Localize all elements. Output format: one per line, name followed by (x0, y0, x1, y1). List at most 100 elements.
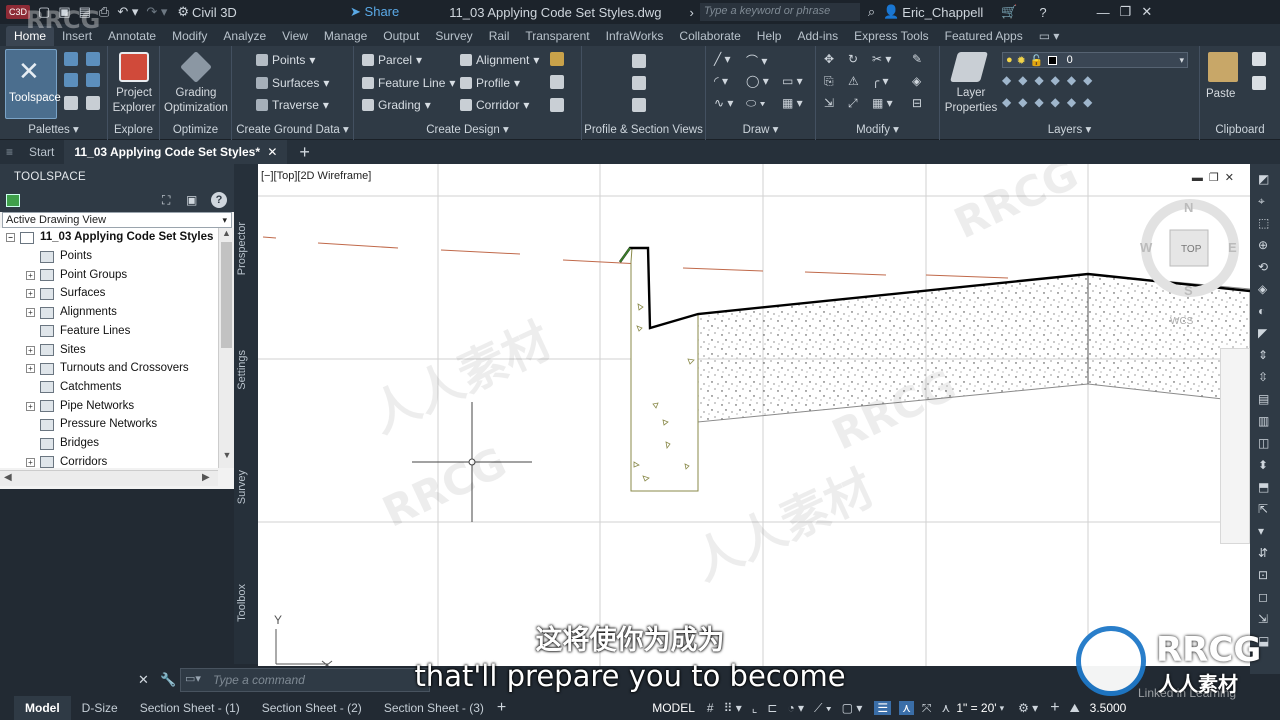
settings-gear-icon[interactable] (86, 52, 100, 66)
assembly-icon[interactable] (550, 75, 564, 89)
right-tool-11-icon[interactable]: ▤ (1258, 392, 1269, 406)
paste-icon[interactable] (1208, 52, 1238, 82)
tree-item-catchments[interactable]: Catchments (26, 378, 121, 397)
elevation-value[interactable]: 3.5000 (1090, 701, 1127, 715)
tree-item-feature-lines[interactable]: Feature Lines (26, 322, 130, 341)
grading-optimization-label[interactable]: Grading Optimization (160, 86, 232, 116)
annotation-scale-icon[interactable]: ⋏ (942, 701, 951, 715)
search-input[interactable]: Type a keyword or phrase (699, 3, 860, 21)
tool-palettes-icon[interactable] (64, 73, 78, 87)
add-icon[interactable]: + (1050, 699, 1059, 717)
layout-tab-section-sheet-2[interactable]: Section Sheet - (2) (251, 696, 373, 720)
panel-title-draw[interactable]: Draw ▾ (706, 122, 815, 136)
panel-icon[interactable]: ▣ (186, 193, 197, 207)
sample-lines-icon[interactable] (632, 76, 646, 90)
right-tool-10-icon[interactable]: ⇳ (1258, 370, 1268, 384)
side-tab-survey[interactable]: Survey (236, 470, 256, 504)
tree-icon[interactable]: ⛶ (162, 193, 170, 208)
share-button[interactable]: ➤ Share (350, 4, 399, 20)
sheet-set-icon[interactable] (86, 96, 100, 110)
rectangle-icon[interactable]: ▭ ▾ (782, 74, 803, 88)
alignment-button[interactable]: Alignment ▾ (460, 53, 539, 67)
side-tab-settings[interactable]: Settings (236, 350, 256, 390)
tab-help[interactable]: Help (749, 26, 790, 46)
scroll-up-icon[interactable]: ▲ (219, 228, 234, 238)
tree-item-turnouts-and-crossovers[interactable]: + Turnouts and Crossovers (26, 359, 189, 378)
project-explorer-label[interactable]: Project Explorer (110, 86, 158, 116)
viewcube-top-label[interactable]: TOP (1181, 244, 1202, 255)
scroll-right-icon[interactable]: ▶ (202, 472, 210, 483)
right-tool-16-icon[interactable]: ⇱ (1258, 502, 1268, 516)
user-name[interactable]: Eric_Chappell (902, 5, 983, 20)
erase-icon[interactable]: ✎ (912, 52, 922, 66)
minimize-icon[interactable]: — (1097, 5, 1110, 20)
tree-item-corridors[interactable]: + Corridors (26, 453, 107, 468)
traverse-button[interactable]: Traverse ▾ (256, 98, 329, 112)
infer-icon[interactable]: ⌞ (752, 701, 758, 715)
scroll-thumb[interactable] (221, 242, 232, 348)
drawing-viewport[interactable]: Y TOP N W E S WCS RRCG 人人素材 RRCG 人人素材 RR… (258, 164, 1250, 666)
right-tool-18-icon[interactable]: ⇵ (1258, 546, 1268, 560)
expand-icon[interactable]: + (26, 345, 35, 355)
workspace-settings-icon[interactable]: ⚙ ▾ (1018, 701, 1038, 715)
tab-rail[interactable]: Rail (481, 26, 518, 46)
add-layout-icon[interactable]: + (497, 699, 506, 717)
tree-scrollbar[interactable]: ▲ ▼ (218, 228, 234, 468)
annotation-monitor-icon[interactable]: ⋏ (899, 701, 914, 715)
panel-title-create-ground-data[interactable]: Create Ground Data ▾ (232, 122, 353, 136)
restore-icon[interactable]: ❐ (1120, 4, 1132, 20)
panel-title-palettes[interactable]: Palettes ▾ (0, 122, 107, 136)
annotation-scale-value[interactable]: 1" = 20' (956, 701, 996, 715)
expand-icon[interactable]: + (26, 401, 35, 411)
right-tool-7-icon[interactable]: ◐ (1258, 304, 1265, 318)
grading-optimization-icon[interactable] (180, 51, 212, 83)
feature-line-button[interactable]: Feature Line ▾ (362, 76, 455, 90)
right-tool-5-icon[interactable]: ⟲ (1258, 260, 1268, 274)
tree-item-pressure-networks[interactable]: Pressure Networks (26, 415, 157, 434)
right-tool-20-icon[interactable]: ◻ (1258, 590, 1268, 604)
search-icon[interactable]: ⌕ (868, 4, 875, 20)
layer-tools-row2-icon[interactable]: ◆◆◆◆◆◆ (1002, 95, 1099, 109)
new-tab-icon[interactable]: + (299, 142, 310, 163)
properties-icon[interactable] (64, 52, 78, 66)
tab-analyze[interactable]: Analyze (215, 26, 274, 46)
menu-icon[interactable]: ≡ (6, 145, 13, 159)
right-tool-9-icon[interactable]: ⇕ (1258, 348, 1268, 362)
redo-icon[interactable]: ↷ ▾ (146, 4, 167, 20)
print-icon[interactable]: ⎙ (99, 4, 109, 20)
panel-title-layers[interactable]: Layers ▾ (940, 122, 1199, 136)
design-center-icon[interactable] (64, 96, 78, 110)
layer-properties-label[interactable]: Layer Properties (942, 86, 1000, 116)
selection-cycle-icon[interactable]: ⤧ (922, 701, 932, 716)
viewcube-s-label[interactable]: S (1184, 283, 1193, 298)
panel-title-modify[interactable]: Modify ▾ (816, 122, 939, 136)
right-tool-1-icon[interactable]: ◩ (1258, 172, 1269, 186)
viewcube-e-label[interactable]: E (1228, 240, 1237, 255)
layout-tab-d-size[interactable]: D-Size (71, 696, 129, 720)
right-tool-8-icon[interactable]: ◤ (1258, 326, 1267, 340)
tab-close-icon[interactable]: ✕ (267, 145, 277, 159)
right-tool-15-icon[interactable]: ⬒ (1258, 480, 1269, 494)
arc-icon[interactable]: ◜ ▾ (714, 74, 728, 88)
tree-hscrollbar[interactable]: ◀ ▶ (0, 470, 218, 486)
right-tool-4-icon[interactable]: ⊕ (1258, 238, 1268, 252)
toolspace-help-icon[interactable]: ? (211, 192, 227, 208)
osnap-icon[interactable]: ▢ ▾ (842, 701, 863, 715)
toolspace-button[interactable]: ✕ Toolspace (5, 49, 61, 119)
tab-modify[interactable]: Modify (164, 26, 215, 46)
tree-item-surfaces[interactable]: + Surfaces (26, 284, 105, 303)
circle-icon[interactable]: ◯ ▾ (746, 74, 769, 88)
side-tab-toolbox[interactable]: Toolbox (236, 584, 256, 622)
move-icon[interactable]: ✥ (824, 52, 834, 66)
right-tool-3-icon[interactable]: ⬚ (1258, 216, 1269, 230)
help-icon[interactable]: ? (1039, 5, 1046, 20)
expand-icon[interactable]: + (26, 289, 35, 299)
layout-tab-section-sheet-1[interactable]: Section Sheet - (1) (129, 696, 251, 720)
profile-view-icon[interactable] (632, 54, 646, 68)
spline-icon[interactable]: ∿ ▾ (714, 96, 733, 110)
surfaces-button[interactable]: Surfaces ▾ (256, 76, 329, 90)
tab-annotate[interactable]: Annotate (100, 26, 164, 46)
scale-icon[interactable]: ⤢ (848, 96, 858, 111)
explode-icon[interactable]: ◈ (912, 74, 921, 88)
expand-icon[interactable]: + (26, 364, 35, 374)
